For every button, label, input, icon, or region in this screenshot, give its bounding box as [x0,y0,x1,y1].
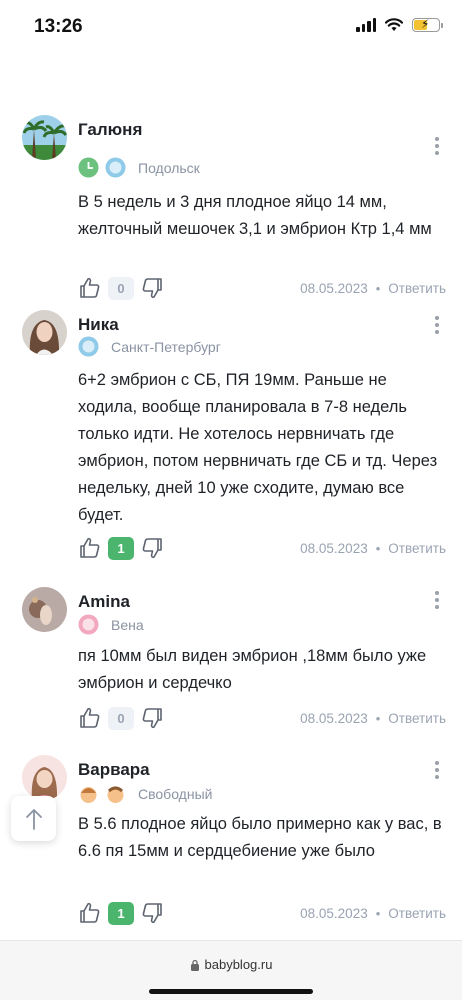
author-meta: Свободный [78,783,212,804]
like-count: 0 [108,706,134,730]
author-meta: Санкт-Петербург [78,336,221,357]
avatar[interactable] [22,755,67,800]
url-text: babyblog.ru [204,957,273,972]
browser-bottom-bar: babyblog.ru [0,940,462,1000]
comment-text: В 5.6 плодное яйцо было примерно как у в… [78,815,442,860]
battery-icon: ⚡ [412,17,443,32]
reply-link[interactable]: Ответить [388,281,446,296]
author-name[interactable]: Amina [78,592,130,612]
comment-actions: 0 08.05.2023 • Ответить [78,275,446,301]
like-icon[interactable] [78,901,102,925]
comment-date: 08.05.2023 [300,710,368,726]
reply-link[interactable]: Ответить [388,711,446,726]
fetus-badge-icon [78,614,99,635]
girl-badge-icon [80,787,97,803]
avatar[interactable] [22,310,67,355]
reply-link[interactable]: Ответить [388,906,446,921]
like-icon[interactable] [78,276,102,300]
separator: • [375,905,381,921]
reply-link[interactable]: Ответить [388,541,446,556]
more-options-icon[interactable] [432,761,442,779]
author-city: Свободный [138,785,213,802]
address-bar[interactable]: babyblog.ru [0,957,462,972]
baby-badge-icon [105,157,126,178]
comment-text: 6+2 эмбрион с СБ, ПЯ 19мм. Раньше не ход… [78,371,438,524]
more-options-icon[interactable] [432,137,442,155]
author-city: Подольск [138,159,200,176]
author-name[interactable]: Варвара [78,760,150,780]
signal-icon [356,18,376,32]
author-meta: Подольск [78,157,200,178]
dislike-icon[interactable] [140,901,164,925]
comment-actions: 1 08.05.2023 • Ответить [78,535,446,561]
separator: • [375,540,381,556]
boy-badge-icon [107,786,124,803]
separator: • [375,280,381,296]
more-options-icon[interactable] [432,591,442,609]
author-city: Санкт-Петербург [111,338,221,355]
avatar[interactable] [22,115,67,160]
comment-date: 08.05.2023 [300,280,368,296]
dislike-icon[interactable] [140,536,164,560]
comment-text: пя 10мм был виден эмбрион ,18мм было уже… [78,647,427,692]
dislike-icon[interactable] [140,706,164,730]
comment-date: 08.05.2023 [300,540,368,556]
like-icon[interactable] [78,536,102,560]
separator: • [375,710,381,726]
like-count: 1 [108,901,134,925]
author-name[interactable]: Галюня [78,120,142,140]
like-icon[interactable] [78,706,102,730]
status-icons: ⚡ [356,17,443,32]
wifi-icon [385,18,403,31]
lock-icon [190,959,199,971]
comment-text: В 5 недель и 3 дня плодное яйцо 14 мм, ж… [78,193,432,238]
status-time: 13:26 [34,16,83,37]
like-count: 0 [108,276,134,300]
like-count: 1 [108,536,134,560]
dislike-icon[interactable] [140,276,164,300]
comment-actions: 1 08.05.2023 • Ответить [78,900,446,926]
comment-actions: 0 08.05.2023 • Ответить [78,705,446,731]
scroll-to-top-button[interactable] [11,796,56,841]
arrow-up-icon [25,808,42,830]
avatar[interactable] [22,587,67,632]
author-name[interactable]: Ника [78,315,119,335]
author-meta: Вена [78,614,144,635]
status-bar: 13:26 ⚡ [0,0,462,56]
clock-badge-icon [78,157,99,178]
comment-date: 08.05.2023 [300,905,368,921]
author-city: Вена [111,616,144,633]
home-indicator[interactable] [149,989,313,994]
more-options-icon[interactable] [432,316,442,334]
baby-badge-icon [78,336,99,357]
